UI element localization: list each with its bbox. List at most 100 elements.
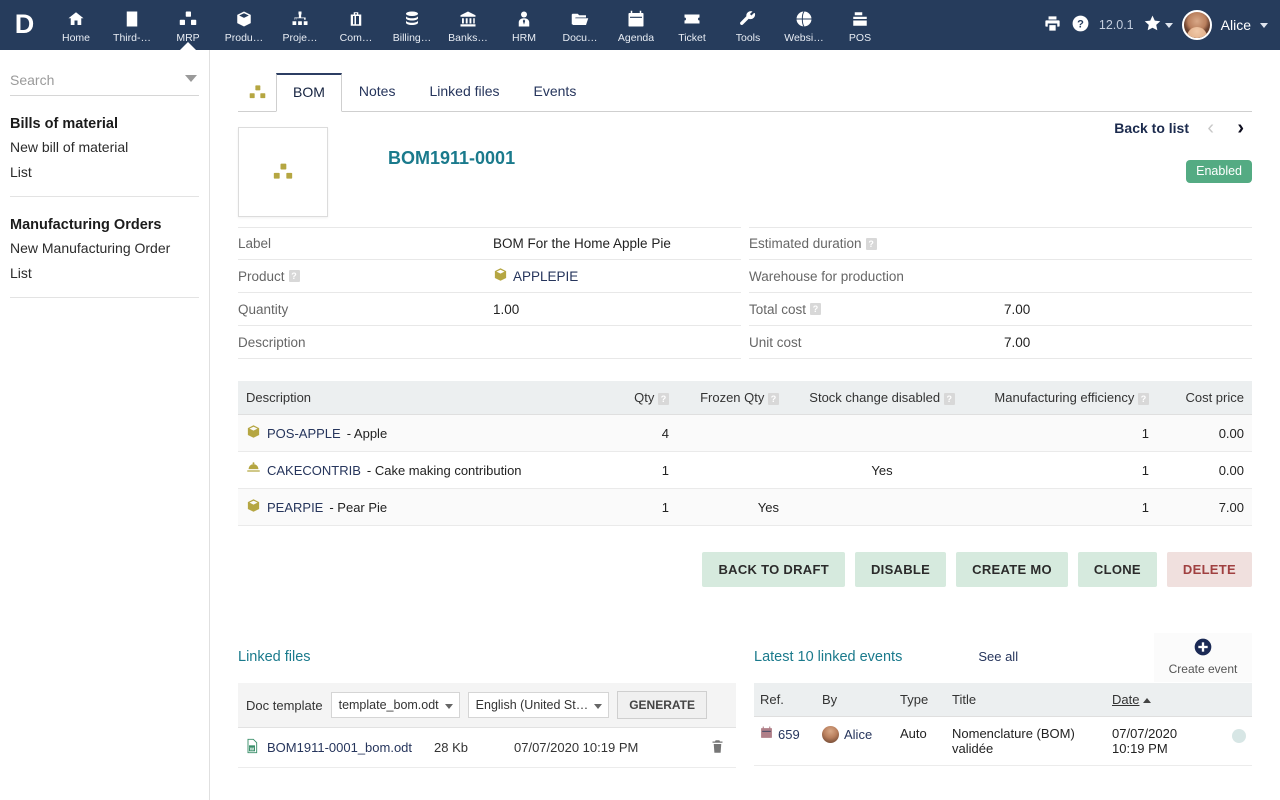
create-mo-button[interactable]: CREATE MO [956,552,1068,587]
line-qty: 4 [607,414,677,452]
detail-label: Description [238,335,493,350]
create-event-button[interactable]: Create event [1154,633,1252,682]
column-header[interactable]: Qty ? [607,381,677,415]
tab-events[interactable]: Events [517,73,594,112]
nav-item-websi[interactable]: Websi… [776,0,832,50]
box-icon [246,424,261,442]
generate-button[interactable]: GENERATE [617,691,708,719]
nav-item-docu[interactable]: Docu… [552,0,608,50]
sidebar-item-list[interactable]: List [10,260,199,285]
nav-item-banks[interactable]: Banks… [440,0,496,50]
table-row[interactable]: POS-APPLE - Apple 4 1 0.00 [238,414,1252,452]
user-tie-icon [515,9,533,29]
column-header[interactable]: Cost price [1157,381,1252,415]
avatar[interactable] [1181,10,1212,40]
event-date-line2: 10:19 PM [1112,741,1168,756]
nav-item-third[interactable]: Third-… [104,0,160,50]
back-to-list-link[interactable]: Back to list [1114,120,1189,136]
events-column-header[interactable]: Date [1106,683,1226,717]
clone-button[interactable]: CLONE [1077,552,1157,587]
user-name[interactable]: Alice [1221,17,1251,33]
language-select[interactable]: English (United St… [467,692,610,718]
events-column-header[interactable]: Ref. [754,683,816,717]
event-by-text[interactable]: Alice [844,727,872,742]
event-row[interactable]: 659 Alice Auto Nomenclature (BOM) validée 07… [754,716,1252,766]
delete-button[interactable]: DELETE [1166,552,1252,587]
chevron-right-icon[interactable]: › [1237,117,1244,140]
chevron-down-icon [1164,22,1173,28]
search-box[interactable] [10,72,199,96]
tab-notes[interactable]: Notes [342,73,413,112]
column-header[interactable]: Frozen Qty ? [677,381,787,415]
disable-button[interactable]: DISABLE [854,552,947,587]
chevron-down-icon[interactable] [1260,22,1268,28]
nav-item-produ[interactable]: Produ… [216,0,272,50]
doc-template-select[interactable]: template_bom.odt [330,692,460,718]
nav-item-agenda[interactable]: Agenda [608,0,664,50]
chevron-down-icon[interactable] [185,75,197,82]
column-header[interactable]: Manufacturing efficiency ? [977,381,1157,415]
record-thumbnail[interactable] [238,127,328,217]
sidebar-item-list[interactable]: List [10,159,199,184]
line-product-link[interactable]: PEARPIE [267,500,323,515]
see-all-link[interactable]: See all [978,649,1018,664]
nav-item-ticket[interactable]: Ticket [664,0,720,50]
tab-linked-files[interactable]: Linked files [412,73,516,112]
help-icon[interactable]: ? [658,393,669,405]
nav-item-home[interactable]: Home [48,0,104,50]
event-ref-text[interactable]: 659 [778,727,800,742]
cubes-icon [179,9,197,29]
help-icon[interactable]: ? [288,270,300,282]
help-icon[interactable]: ? [865,237,877,250]
line-product-link[interactable]: CAKECONTRIB [267,463,361,478]
file-name-link[interactable]: W BOM1911-0001_bom.odt [244,738,434,757]
sidebar-item-new-bill-of-material[interactable]: New bill of material [10,134,199,159]
event-title[interactable]: Nomenclature (BOM) validée [946,716,1106,766]
nav-item-tools[interactable]: Tools [720,0,776,50]
sidebar-item-new-manufacturing-order[interactable]: New Manufacturing Order [10,235,199,260]
help-icon[interactable]: ? [810,303,822,315]
events-title[interactable]: Latest 10 linked events [754,649,902,665]
nav-item-mrp[interactable]: MRP [160,0,216,50]
record-header: BOM1911-0001 Back to list ‹ › Enabled [238,112,1252,217]
detail-label: Estimated duration? [749,236,1004,251]
help-icon[interactable]: ? [943,393,955,405]
nav-item-billing[interactable]: Billing… [384,0,440,50]
bookmark-menu[interactable] [1143,14,1173,36]
nav-item-proje[interactable]: Proje… [272,0,328,50]
briefcase-icon [347,9,365,29]
nav-item-com[interactable]: Com… [328,0,384,50]
nav-item-pos[interactable]: POS [832,0,888,50]
doc-template-value: template_bom.odt [338,698,439,712]
line-product-link[interactable]: POS-APPLE [267,426,341,441]
table-row[interactable]: PEARPIE - Pear Pie 1 Yes 1 7.00 [238,488,1252,526]
nav-item-label: Produ… [224,31,264,44]
search-input[interactable] [10,72,199,88]
column-header[interactable]: Stock change disabled ? [787,381,977,415]
tab-bom[interactable]: BOM [276,73,342,112]
table-row[interactable]: CAKECONTRIB - Cake making contribution 1 Y… [238,451,1252,489]
calendar-icon [627,9,645,29]
events-column-header[interactable]: By [816,683,894,717]
home-icon [67,9,85,29]
product-link[interactable]: APPLEPIE [513,269,578,284]
detail-label: Quantity [238,302,493,317]
detail-row: Warehouse for production [749,260,1252,293]
back-to-draft-button[interactable]: BACK TO DRAFT [702,552,845,587]
help-icon[interactable]: ? [768,393,779,405]
app-logo[interactable]: D [0,0,48,50]
help-icon[interactable]: ? [1138,393,1149,405]
detail-row: Label BOM For the Home Apple Pie [238,227,741,260]
events-column-header[interactable]: Type [894,683,946,717]
record-reference[interactable]: BOM1911-0001 [388,148,515,169]
printer-icon[interactable] [1043,14,1062,36]
linked-files-title[interactable]: Linked files [238,649,736,665]
question-circle-icon[interactable]: ? [1071,14,1090,36]
column-header[interactable]: Description [238,381,607,415]
bottom-panels: Linked files Doc template template_bom.o… [238,633,1252,768]
chevron-left-icon[interactable]: ‹ [1207,117,1214,140]
detail-label-text: Product [238,268,285,284]
nav-item-hrm[interactable]: HRM [496,0,552,50]
events-column-header[interactable]: Title [946,683,1106,717]
trash-icon[interactable] [704,739,730,757]
